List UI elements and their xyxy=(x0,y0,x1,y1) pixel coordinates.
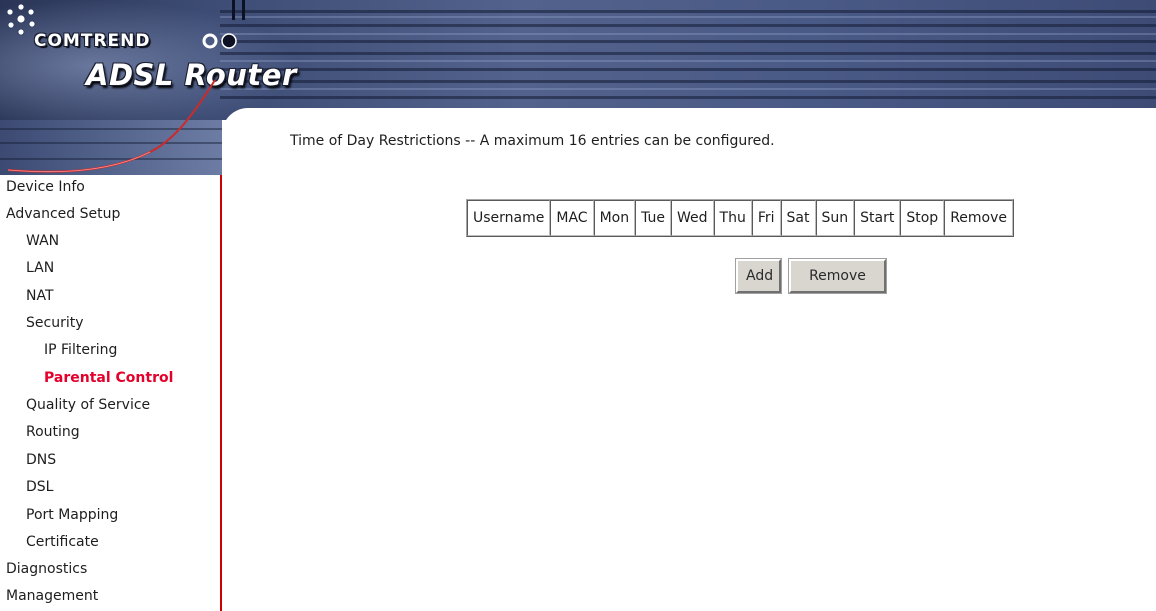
column-header-fri: Fri xyxy=(751,200,781,236)
banner-stripe xyxy=(220,10,1156,13)
column-header-thu: Thu xyxy=(713,200,752,236)
banner-stripe xyxy=(220,68,1156,71)
remove-button[interactable]: Remove xyxy=(788,258,887,294)
sidebar-item-port-mapping[interactable]: Port Mapping xyxy=(26,507,118,523)
banner-stripe xyxy=(220,80,1156,83)
banner-tick xyxy=(242,0,245,20)
banner-tick xyxy=(232,0,235,20)
column-header-mac: MAC xyxy=(550,200,594,236)
brand-logo-text: COMTREND xyxy=(34,31,151,51)
banner-stripe xyxy=(220,24,1156,27)
banner-stripe xyxy=(220,88,1156,90)
sidebar-item-certificate[interactable]: Certificate xyxy=(26,534,99,550)
brand-globe-icon xyxy=(6,3,36,36)
column-header-stop: Stop xyxy=(900,200,945,236)
sidebar-item-ip-filtering[interactable]: IP Filtering xyxy=(44,342,117,358)
banner-stripe xyxy=(220,96,1156,99)
column-header-sat: Sat xyxy=(780,200,816,236)
restrictions-table: Username MAC Mon Tue Wed Thu Fri Sat Sun… xyxy=(466,199,1015,237)
table-header-row: Username MAC Mon Tue Wed Thu Fri Sat Sun… xyxy=(467,200,1014,236)
column-header-username: Username xyxy=(467,200,551,236)
sidebar: Device Info Advanced Setup WAN LAN NAT S… xyxy=(0,175,222,611)
sidebar-item-parental-control[interactable]: Parental Control xyxy=(44,370,173,386)
sidebar-item-device-info[interactable]: Device Info xyxy=(6,179,85,195)
page-title: Time of Day Restrictions -- A maximum 16… xyxy=(290,133,775,149)
swoosh-decoration xyxy=(7,79,216,173)
column-header-sun: Sun xyxy=(815,200,855,236)
brand-dots-icon xyxy=(202,33,237,49)
sidebar-item-diagnostics[interactable]: Diagnostics xyxy=(6,561,87,577)
sidebar-item-advanced-setup[interactable]: Advanced Setup xyxy=(6,206,120,222)
sidebar-item-dns[interactable]: DNS xyxy=(26,452,56,468)
sidebar-item-quality-of-service[interactable]: Quality of Service xyxy=(26,397,150,413)
column-header-start: Start xyxy=(854,200,901,236)
sidebar-item-routing[interactable]: Routing xyxy=(26,424,80,440)
sidebar-item-security[interactable]: Security xyxy=(26,315,84,331)
banner-stripe xyxy=(220,40,1156,43)
sidebar-item-lan[interactable]: LAN xyxy=(26,260,54,276)
sidebar-item-management[interactable]: Management xyxy=(6,588,98,604)
column-header-wed: Wed xyxy=(671,200,714,236)
banner-stripe xyxy=(220,60,1156,62)
sidebar-item-nat[interactable]: NAT xyxy=(26,288,54,304)
banner-stripe xyxy=(220,16,1156,18)
sidebar-item-dsl[interactable]: DSL xyxy=(26,479,53,495)
column-header-remove: Remove xyxy=(944,200,1014,236)
sidebar-item-wan[interactable]: WAN xyxy=(26,233,59,249)
column-header-mon: Mon xyxy=(593,200,636,236)
column-header-tue: Tue xyxy=(635,200,672,236)
banner-stripe xyxy=(220,33,1156,35)
banner-stripe xyxy=(220,52,1156,55)
add-button[interactable]: Add xyxy=(735,258,782,294)
